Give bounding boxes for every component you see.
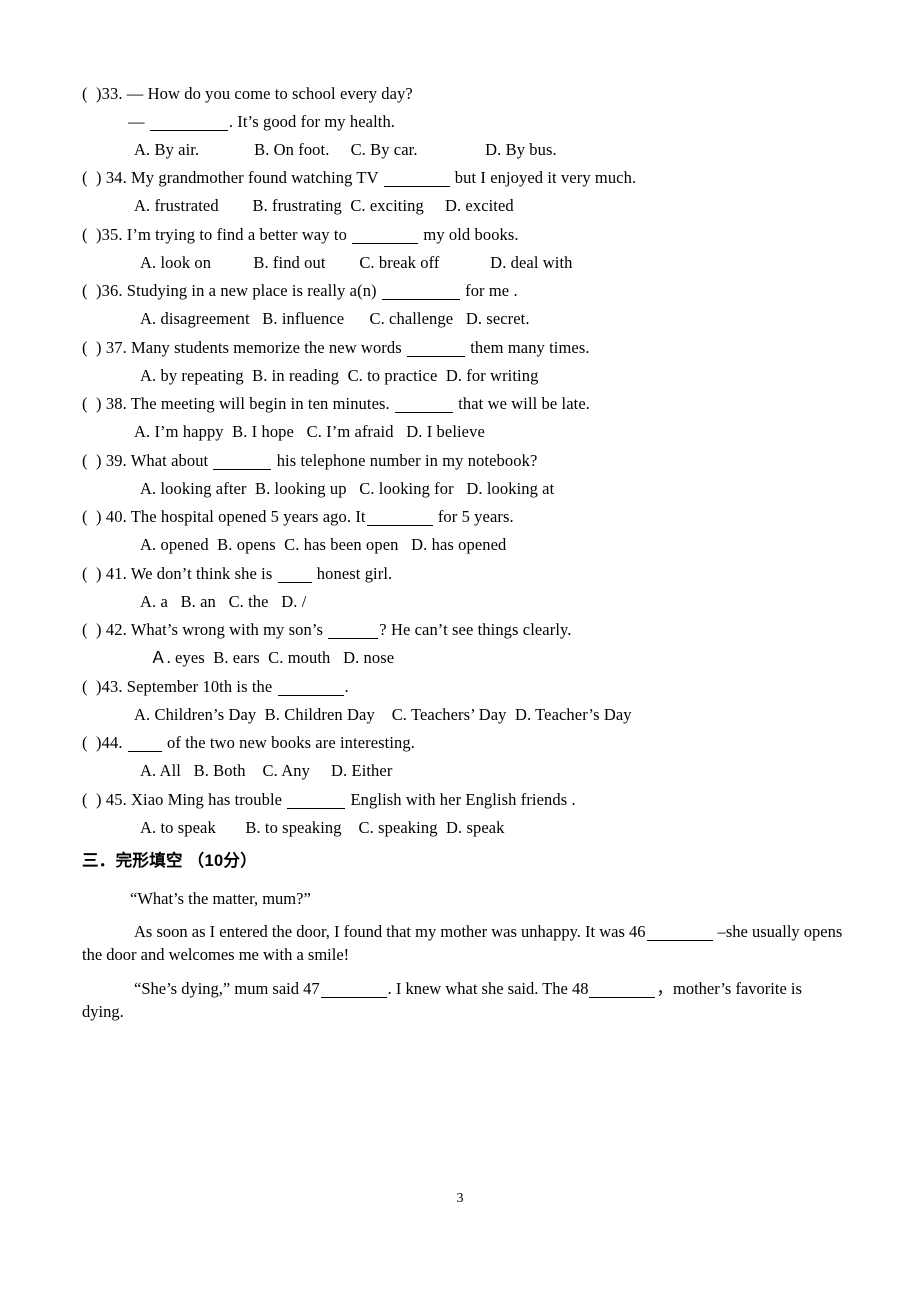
question-stem-34-post: but I enjoyed it very much. — [450, 168, 637, 187]
question-options-35[interactable]: A. look on B. find out C. break off D. d… — [140, 254, 846, 284]
question-stem-40-pre: ( ) 40. The hospital opened 5 years ago.… — [82, 507, 366, 526]
question-options-44[interactable]: A. All B. Both C. Any D. Either — [140, 762, 846, 792]
page-content: ( )33. — How do you come to school every… — [82, 84, 846, 1034]
question-subline-33: — . It’s good for my health. — [128, 111, 846, 142]
question-options-34[interactable]: A. frustrated B. frustrating C. exciting… — [134, 197, 846, 227]
question-stem-45: ( ) 45. Xiao Ming has trouble English wi… — [82, 789, 846, 820]
question-stem-41: ( ) 41. We don’t think she is honest gir… — [82, 563, 846, 594]
question-block-43: ( )43. September 10th is the . A. Childr… — [82, 676, 846, 736]
question-stem-35-post: my old books. — [419, 224, 519, 244]
question-stem-45-pre: ( ) 45. Xiao Ming has trouble — [82, 789, 287, 809]
question-stem-35: ( )35. I’m trying to find a better way t… — [82, 224, 846, 255]
question-stem-42-post: ? He can’t see things clearly. — [379, 620, 572, 639]
question-stem-44: ( )44. of the two new books are interest… — [82, 733, 846, 763]
cloze-blank-46[interactable] — [646, 924, 713, 941]
question-block-45: ( ) 45. Xiao Ming has trouble English wi… — [82, 789, 846, 849]
section-heading-cloze: 三．完形填空 （10分） — [82, 852, 258, 870]
question-stem-34: ( ) 34. My grandmother found watching TV… — [82, 168, 846, 198]
answer-blank-34[interactable] — [383, 170, 450, 187]
question-options-41[interactable]: A. a B. an C. the D. / — [140, 593, 846, 623]
answer-blank-40[interactable] — [366, 509, 433, 526]
question-options-45[interactable]: A. to speak B. to speaking C. speaking D… — [140, 819, 846, 849]
question-stem-39: ( ) 39. What about his telephone number … — [82, 450, 846, 481]
answer-blank-36[interactable] — [381, 283, 460, 300]
question-stem-36-pre: ( )36. Studying in a new place is really… — [82, 281, 381, 300]
question-options-38[interactable]: A. I’m happy B. I hope C. I’m afraid D. … — [134, 423, 846, 453]
question-stem-44-post: of the two new books are interesting. — [162, 733, 415, 752]
question-block-44: ( )44. of the two new books are interest… — [82, 733, 846, 792]
question-stem-37: ( ) 37. Many students memorize the new w… — [82, 337, 846, 368]
question-stem-41-post: honest girl. — [312, 563, 393, 583]
question-block-34: ( ) 34. My grandmother found watching TV… — [82, 168, 846, 227]
page-number: 3 — [456, 1191, 464, 1206]
question-block-33: ( )33. — How do you come to school every… — [82, 84, 846, 171]
question-stem-40: ( ) 40. The hospital opened 5 years ago.… — [82, 507, 846, 537]
question-stem-39-pre: ( ) 39. What about — [82, 450, 213, 470]
question-stem-40-post: for 5 years. — [433, 507, 514, 526]
question-block-35: ( )35. I’m trying to find a better way t… — [82, 224, 846, 284]
question-block-39: ( ) 39. What about his telephone number … — [82, 450, 846, 510]
question-stem-43-pre: ( )43. September 10th is the — [82, 676, 277, 696]
question-stem-44-pre: ( )44. — [82, 733, 127, 752]
question-stem-42-pre: ( ) 42. What’s wrong with my son’s — [82, 620, 328, 639]
cloze-blank-47[interactable] — [320, 981, 387, 998]
answer-blank-33[interactable] — [149, 114, 228, 131]
question-options-43[interactable]: A. Children’s Day B. Children Day C. Tea… — [134, 706, 846, 736]
cloze-paragraph-1-pre: As soon as I entered the door, I found t… — [134, 921, 646, 941]
exam-page: ( )33. — How do you come to school every… — [0, 0, 920, 1302]
question-stem-36-post: for me . — [460, 281, 518, 300]
question-stem-39-post: his telephone number in my notebook? — [272, 450, 538, 470]
answer-blank-41[interactable] — [277, 566, 312, 583]
question-options-42[interactable]: Ａ. eyes B. ears C. mouth D. nose — [150, 649, 846, 679]
question-block-40: ( ) 40. The hospital opened 5 years ago.… — [82, 507, 846, 566]
question-stem-38: ( ) 38. The meeting will begin in ten mi… — [82, 394, 846, 424]
answer-blank-38[interactable] — [394, 396, 453, 413]
question-stem-41-pre: ( ) 41. We don’t think she is — [82, 563, 277, 583]
answer-blank-35[interactable] — [352, 227, 419, 244]
question-block-41: ( ) 41. We don’t think she is honest gir… — [82, 563, 846, 623]
question-options-39[interactable]: A. looking after B. looking up C. lookin… — [140, 480, 846, 510]
answer-blank-39[interactable] — [213, 453, 272, 470]
question-stem-38-pre: ( ) 38. The meeting will begin in ten mi… — [82, 394, 394, 413]
question-stem-37-pre: ( ) 37. Many students memorize the new w… — [82, 337, 406, 357]
question-stem-34-pre: ( ) 34. My grandmother found watching TV — [82, 168, 383, 187]
question-block-42: ( ) 42. What’s wrong with my son’s ? He … — [82, 620, 846, 679]
question-stem-45-post: English with her English friends . — [346, 789, 576, 809]
question-subline-33-pre: — — [128, 111, 149, 131]
question-options-37[interactable]: A. by repeating B. in reading C. to prac… — [140, 367, 846, 397]
question-subline-33-post: . It’s good for my health. — [228, 111, 396, 131]
question-block-37: ( ) 37. Many students memorize the new w… — [82, 337, 846, 397]
question-stem-43: ( )43. September 10th is the . — [82, 676, 846, 707]
cloze-paragraph-2-mid: . I knew what she said. The 48 — [387, 978, 589, 998]
cloze-paragraph-2-pre: “She’s dying,” mum said 47 — [134, 978, 320, 998]
question-stem-42: ( ) 42. What’s wrong with my son’s ? He … — [82, 620, 846, 650]
question-block-38: ( ) 38. The meeting will begin in ten mi… — [82, 394, 846, 453]
question-block-36: ( )36. Studying in a new place is really… — [82, 281, 846, 340]
question-options-36[interactable]: A. disagreement B. influence C. challeng… — [140, 310, 846, 340]
question-options-40[interactable]: A. opened B. opens C. has been open D. h… — [140, 536, 846, 566]
answer-blank-44[interactable] — [127, 735, 162, 752]
question-stem-36: ( )36. Studying in a new place is really… — [82, 281, 846, 311]
question-stem-33: ( )33. — How do you come to school every… — [82, 84, 413, 103]
answer-blank-43[interactable] — [277, 679, 344, 696]
question-options-33[interactable]: A. By air. B. On foot. C. By car. D. By … — [134, 141, 846, 171]
answer-blank-42[interactable] — [328, 622, 379, 639]
answer-blank-45[interactable] — [287, 792, 346, 809]
question-stem-35-pre: ( )35. I’m trying to find a better way t… — [82, 224, 352, 244]
answer-blank-37[interactable] — [407, 340, 465, 357]
cloze-paragraph-1: As soon as I entered the door, I found t… — [82, 920, 846, 977]
cloze-blank-48[interactable] — [589, 981, 656, 998]
cloze-quote-line: “What’s the matter, mum?” — [130, 888, 311, 908]
cloze-paragraph-2: “She’s dying,” mum said 47 . I knew what … — [82, 977, 846, 1034]
question-stem-43-post: . — [344, 676, 349, 696]
question-stem-37-post: them many times. — [466, 337, 590, 357]
question-stem-38-post: that we will be late. — [453, 394, 590, 413]
